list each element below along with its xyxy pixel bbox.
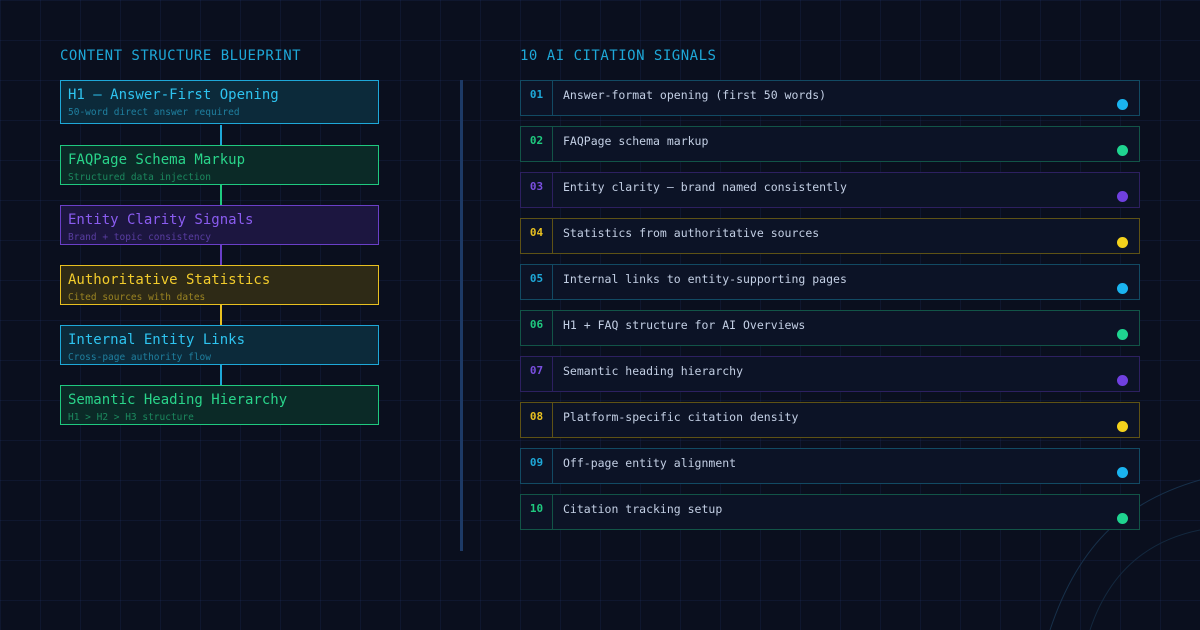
status-dot-icon [1117,513,1128,524]
status-dot-icon [1117,191,1128,202]
block-title: H1 — Answer-First Opening [68,87,279,103]
signal-text: Answer-format opening (first 50 words) [563,88,827,102]
signal-row-07: 07 Semantic heading hierarchy [520,356,1140,392]
connector-line [220,365,222,385]
signal-row-05: 05 Internal links to entity-supporting p… [520,264,1140,300]
signal-number: 01 [521,81,553,115]
blueprint-block-faq-schema: FAQPage Schema Markup Structured data in… [60,145,379,185]
blueprint-block-statistics: Authoritative Statistics Cited sources w… [60,265,379,305]
block-title: Internal Entity Links [68,332,246,348]
signal-text: Semantic heading hierarchy [563,364,744,378]
status-dot-icon [1117,145,1128,156]
blueprint-heading: CONTENT STRUCTURE BLUEPRINT [60,48,302,64]
block-subtitle: H1 > H2 > H3 structure [68,412,194,423]
status-dot-icon [1117,237,1128,248]
blueprint-block-heading-hierarchy: Semantic Heading Hierarchy H1 > H2 > H3 … [60,385,379,425]
block-subtitle: Brand + topic consistency [68,232,211,243]
blueprint-block-entity-clarity: Entity Clarity Signals Brand + topic con… [60,205,379,245]
signal-number: 06 [521,311,553,345]
block-title: Authoritative Statistics [68,272,271,288]
signal-text: H1 + FAQ structure for AI Overviews [563,318,806,332]
block-title: Semantic Heading Hierarchy [68,392,288,408]
signal-number: 02 [521,127,553,161]
signal-number: 08 [521,403,553,437]
blueprint-block-internal-links: Internal Entity Links Cross-page authori… [60,325,379,365]
block-title: FAQPage Schema Markup [68,152,246,168]
signal-text: Platform-specific citation density [563,410,799,424]
signal-number: 07 [521,357,553,391]
connector-line [220,125,222,145]
connector-line [220,185,222,205]
signal-text: Off-page entity alignment [563,456,737,470]
signal-text: FAQPage schema markup [563,134,709,148]
connector-line [220,305,222,325]
signal-row-02: 02 FAQPage schema markup [520,126,1140,162]
status-dot-icon [1117,375,1128,386]
block-title: Entity Clarity Signals [68,212,254,228]
signal-text: Statistics from authoritative sources [563,226,820,240]
connector-line [220,245,222,265]
signal-number: 10 [521,495,553,529]
signal-number: 09 [521,449,553,483]
block-subtitle: Cited sources with dates [68,292,206,303]
signal-row-10: 10 Citation tracking setup [520,494,1140,530]
signal-row-06: 06 H1 + FAQ structure for AI Overviews [520,310,1140,346]
signal-number: 04 [521,219,553,253]
status-dot-icon [1117,99,1128,110]
status-dot-icon [1117,283,1128,294]
signal-text: Citation tracking setup [563,502,723,516]
vertical-divider [460,80,463,551]
block-subtitle: Structured data injection [68,172,211,183]
status-dot-icon [1117,467,1128,478]
signal-row-09: 09 Off-page entity alignment [520,448,1140,484]
signal-row-03: 03 Entity clarity — brand named consiste… [520,172,1140,208]
signal-row-08: 08 Platform-specific citation density [520,402,1140,438]
block-subtitle: 50-word direct answer required [68,107,240,118]
signal-text: Internal links to entity-supporting page… [563,272,847,286]
blueprint-block-answer-first: H1 — Answer-First Opening 50-word direct… [60,80,379,124]
block-subtitle: Cross-page authority flow [68,352,211,363]
status-dot-icon [1117,329,1128,340]
status-dot-icon [1117,421,1128,432]
signal-text: Entity clarity — brand named consistentl… [563,180,847,194]
signal-number: 05 [521,265,553,299]
signals-heading: 10 AI CITATION SIGNALS [520,48,717,64]
signal-number: 03 [521,173,553,207]
signal-row-04: 04 Statistics from authoritative sources [520,218,1140,254]
signal-row-01: 01 Answer-format opening (first 50 words… [520,80,1140,116]
